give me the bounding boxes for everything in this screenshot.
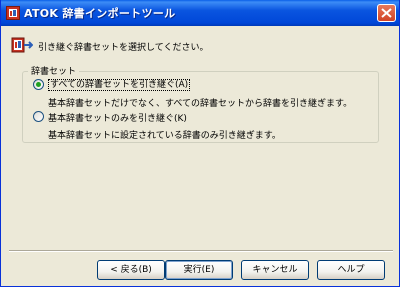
cancel-button[interactable]: キャンセル [241, 260, 309, 280]
title-bar[interactable]: ATOK 辞書インポートツール [1, 0, 399, 26]
option-description-all-sets: 基本辞書セットだけでなく、すべての辞書セットから辞書を引き継ぎます。 [48, 99, 353, 109]
import-dialog-window: ATOK 辞書インポートツール 引き継ぐ辞書セットを選択してください。 辞書セッ… [0, 0, 400, 287]
group-title: 辞書セット [28, 64, 80, 77]
close-button[interactable] [377, 4, 396, 22]
close-icon [381, 8, 392, 18]
window-title: ATOK 辞書インポートツール [24, 7, 176, 20]
option-description-basic-set-only: 基本辞書セットに設定されている辞書のみ引き継ぎます。 [48, 131, 281, 141]
back-button[interactable]: < 戻る(B) [97, 260, 165, 280]
dictionary-app-icon [6, 6, 20, 20]
help-button[interactable]: ヘルプ [317, 260, 385, 280]
radio-all-sets[interactable] [33, 79, 44, 90]
instruction-text: 引き継ぐ辞書セットを選択してください。 [38, 43, 209, 53]
option-label-all-sets[interactable]: すべての辞書セットを引き継ぐ(A) [48, 79, 191, 91]
dictionary-import-icon [11, 36, 34, 54]
run-button[interactable]: 実行(E) [165, 260, 233, 280]
radio-basic-set-only[interactable] [33, 111, 44, 122]
separator-line [9, 250, 393, 252]
radio-selected-dot [36, 82, 41, 87]
option-label-basic-set-only[interactable]: 基本辞書セットのみを引き継ぐ(K) [48, 111, 187, 124]
